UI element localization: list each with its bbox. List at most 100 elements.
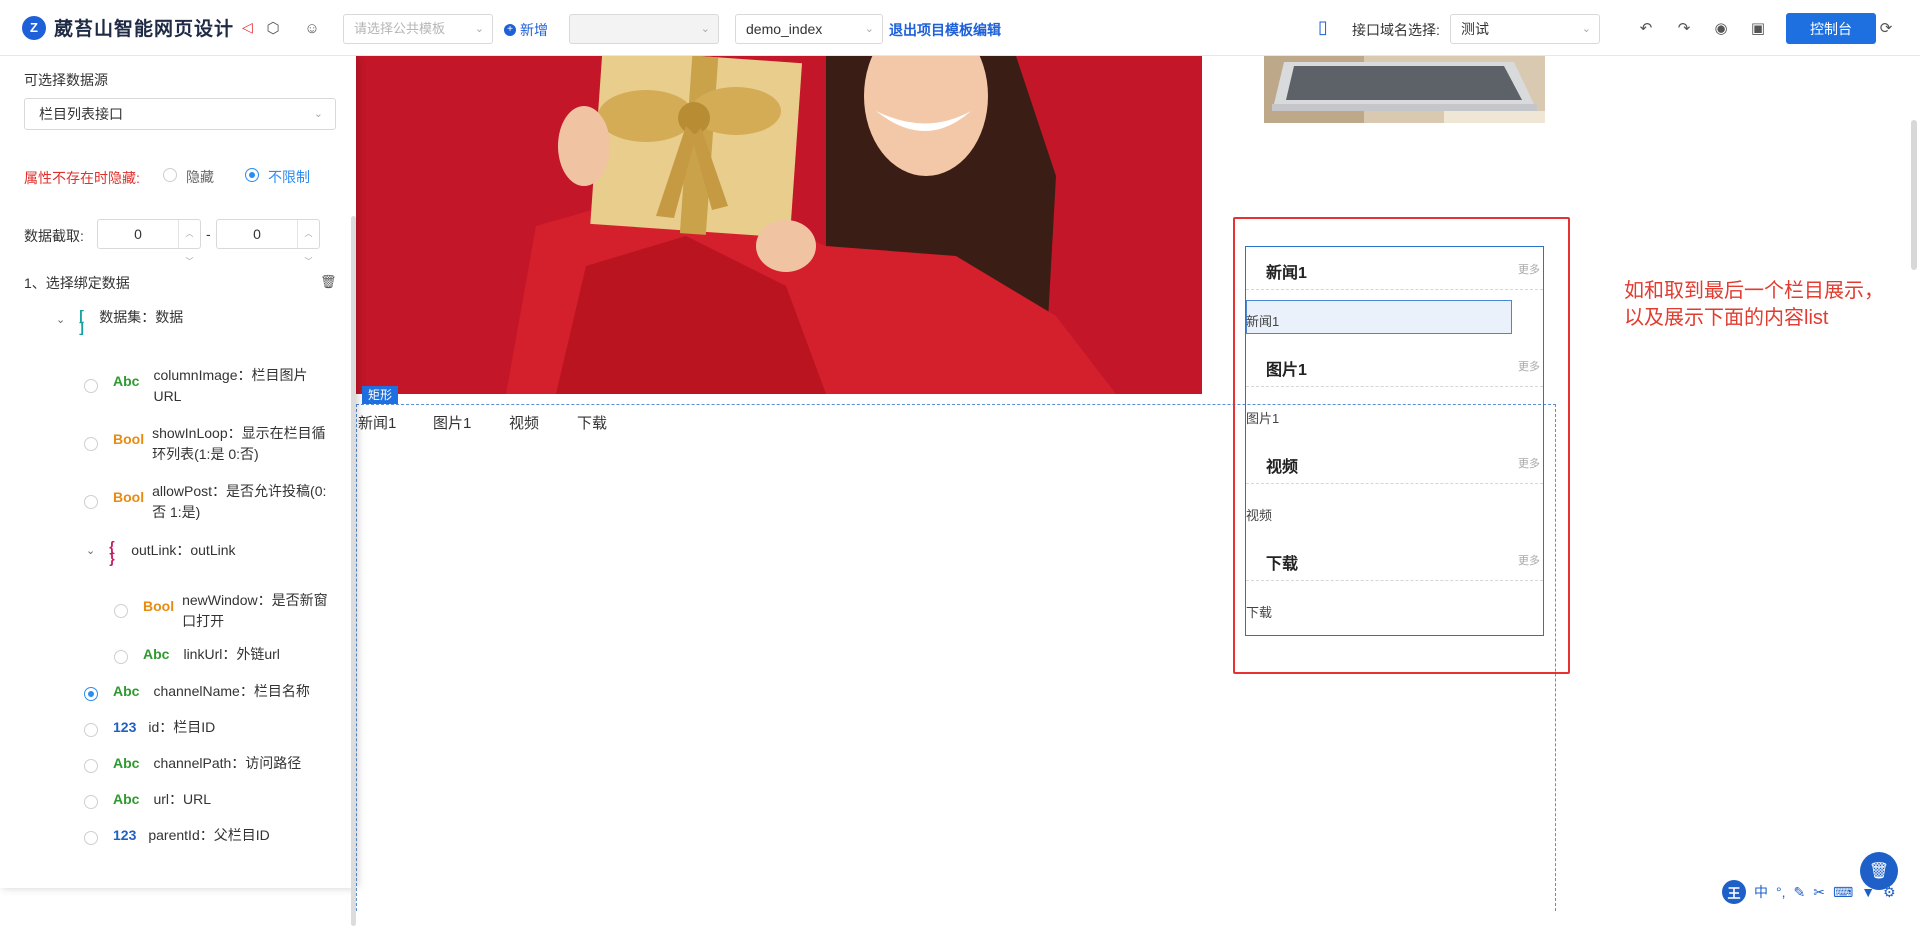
ime-scissors-icon[interactable]: ✂	[1813, 884, 1825, 901]
field-row[interactable]: Bool allowPost：是否允许投稿(0:否 1:是)	[113, 481, 333, 523]
page-select[interactable]: demo_index ⌄	[735, 14, 883, 44]
user-icon[interactable]: ☺	[302, 18, 322, 38]
hide-radio-label[interactable]: 隐藏	[186, 167, 214, 187]
undo-icon[interactable]: ↶	[1636, 18, 1656, 38]
tab-download[interactable]: 下载	[577, 412, 607, 433]
outlink-node[interactable]: ⌄ { } outLink：outLink	[86, 539, 236, 565]
field-row[interactable]: Abc linkUrl：外链url	[143, 646, 280, 665]
column-title[interactable]: 下载	[1266, 550, 1298, 574]
domain-label: 接口域名选择:	[1352, 22, 1440, 38]
field-row[interactable]: Bool showInLoop：显示在栏目循环列表(1:是 0:否)	[113, 423, 333, 465]
collapse-chevron-icon[interactable]: ⌄	[86, 544, 95, 557]
collapse-chevron-icon[interactable]: ⌄	[56, 313, 65, 326]
laptop-image[interactable]	[1264, 56, 1545, 123]
template-select[interactable]: 请选择公共模板 ⌄	[343, 14, 493, 44]
column-title[interactable]: 新闻1	[1266, 259, 1307, 283]
column-more-link[interactable]: 更多	[1518, 552, 1540, 568]
ime-keyboard-icon[interactable]: ⌨	[1833, 884, 1853, 901]
nolimit-radio[interactable]	[245, 168, 259, 182]
datasource-select[interactable]: 栏目列表接口 ⌄	[24, 98, 336, 130]
column-item[interactable]: 下载	[1246, 602, 1272, 621]
field-row[interactable]: Bool newWindow：是否新窗口打开	[143, 590, 333, 632]
field-row[interactable]: 123 id：栏目ID	[113, 719, 215, 738]
canvas-scrollbar[interactable]	[1911, 120, 1917, 270]
data-binding-panel: 可选择数据源 栏目列表接口 ⌄ 属性不存在时隐藏: 隐藏 不限制 数据截取: 0 …	[0, 56, 356, 926]
stepper-icon[interactable]: ︿ ﹀	[178, 220, 200, 266]
field-radio[interactable]	[84, 831, 98, 845]
hero-banner-image[interactable]	[356, 56, 1202, 394]
logo-icon: Z	[22, 15, 46, 40]
field-radio[interactable]	[84, 795, 98, 809]
array-type-icon: []	[79, 307, 84, 335]
selected-list-item[interactable]	[1246, 300, 1512, 334]
mobile-icon[interactable]: ▯	[1313, 17, 1333, 37]
column-more-link[interactable]: 更多	[1518, 455, 1540, 471]
top-toolbar: Z 葳苔山智能网页设计 ◁ ⬡ ☺ 请选择公共模板 ⌄ + 新增 ⌄ demo_i…	[0, 0, 1920, 56]
tab-pictures[interactable]: 图片1	[433, 412, 471, 433]
annotation-line: 以及展示下面的内容list	[1624, 307, 1829, 329]
preview-eye-icon[interactable]: ◉	[1711, 18, 1731, 38]
tab-video[interactable]: 视频	[509, 412, 539, 433]
field-radio[interactable]	[114, 650, 128, 664]
field-radio[interactable]	[84, 437, 98, 451]
field-radio[interactable]	[84, 723, 98, 737]
ime-settings-icon[interactable]: ⚙	[1883, 884, 1896, 901]
annotation-line: 如和取到最后一个栏目展示，	[1624, 280, 1884, 302]
hide-radio[interactable]	[163, 168, 177, 182]
field-radio[interactable]	[84, 495, 98, 509]
ime-punct-icon[interactable]: °,	[1776, 884, 1786, 900]
delete-binding-icon[interactable]: 🗑	[320, 274, 337, 290]
plus-circle-icon: +	[504, 24, 516, 36]
secondary-select[interactable]: ⌄	[569, 14, 719, 44]
column-more-link[interactable]: 更多	[1518, 358, 1540, 374]
ime-toolbar[interactable]: 王 中 °, ✎ ✂ ⌨ ▼ ⚙	[1722, 880, 1896, 904]
column-divider	[1246, 580, 1543, 581]
stepper-icon[interactable]: ︿ ﹀	[297, 220, 319, 266]
redo-icon[interactable]: ↷	[1674, 18, 1694, 38]
column-more-link[interactable]: 更多	[1518, 261, 1540, 277]
field-radio[interactable]	[84, 759, 98, 773]
column-item[interactable]: 视频	[1246, 505, 1272, 524]
column-title[interactable]: 图片1	[1266, 356, 1307, 380]
slice-to-input[interactable]: 0 ︿ ﹀	[216, 219, 320, 266]
column-item[interactable]: 图片1	[1246, 408, 1279, 427]
column-divider	[1246, 483, 1543, 484]
ime-badge-icon[interactable]: 王	[1722, 880, 1746, 904]
laptop-photo	[1264, 56, 1545, 123]
nolimit-radio-label[interactable]: 不限制	[268, 167, 310, 187]
tab-news[interactable]: 新闻1	[358, 412, 396, 433]
save-icon[interactable]: ▣	[1748, 18, 1768, 38]
dataset-node[interactable]: ⌄ [] 数据集：数据	[56, 307, 183, 335]
datasource-label: 可选择数据源	[24, 72, 108, 88]
add-button[interactable]: + 新增	[504, 20, 548, 40]
column-item[interactable]: 新闻1	[1246, 311, 1279, 330]
slice-dash: -	[206, 226, 211, 242]
megaphone-icon[interactable]: ◁	[242, 19, 253, 36]
field-row[interactable]: 123 parentId：父栏目ID	[113, 827, 270, 846]
column-divider	[1246, 386, 1543, 387]
tabs-component-outline-left	[356, 404, 357, 911]
app-title: 葳苔山智能网页设计	[54, 19, 235, 40]
ime-mode[interactable]: 中	[1754, 882, 1768, 902]
field-radio[interactable]	[84, 379, 98, 393]
field-row[interactable]: Abc channelPath：访问路径	[113, 755, 301, 774]
console-button[interactable]: 控制台	[1786, 13, 1876, 44]
ime-shirt-icon[interactable]: ▼	[1861, 884, 1875, 900]
hide-when-missing-label: 属性不存在时隐藏:	[24, 170, 140, 186]
ime-pen-icon[interactable]: ✎	[1794, 884, 1806, 901]
slice-label: 数据截取:	[24, 228, 84, 244]
field-row[interactable]: Abc url：URL	[113, 791, 211, 810]
column-title[interactable]: 视频	[1266, 453, 1298, 477]
domain-select[interactable]: 测试 ⌄	[1450, 14, 1600, 44]
field-radio[interactable]	[114, 604, 128, 618]
field-radio-selected[interactable]	[84, 687, 98, 701]
field-row[interactable]: Abc channelName：栏目名称	[113, 683, 310, 702]
exit-template-edit-link[interactable]: 退出项目模板编辑	[889, 20, 1001, 40]
panel-scrollbar[interactable]	[351, 216, 356, 926]
annotation-text: 如和取到最后一个栏目展示， 以及展示下面的内容list	[1624, 278, 1884, 332]
cube-icon[interactable]: ⬡	[263, 18, 283, 38]
rect-component-label[interactable]: 矩形	[362, 386, 399, 404]
field-row[interactable]: Abc columnImage：栏目图片URL	[113, 365, 333, 407]
slice-from-input[interactable]: 0 ︿ ﹀	[97, 219, 201, 266]
logout-icon[interactable]: ⟳	[1876, 18, 1896, 38]
